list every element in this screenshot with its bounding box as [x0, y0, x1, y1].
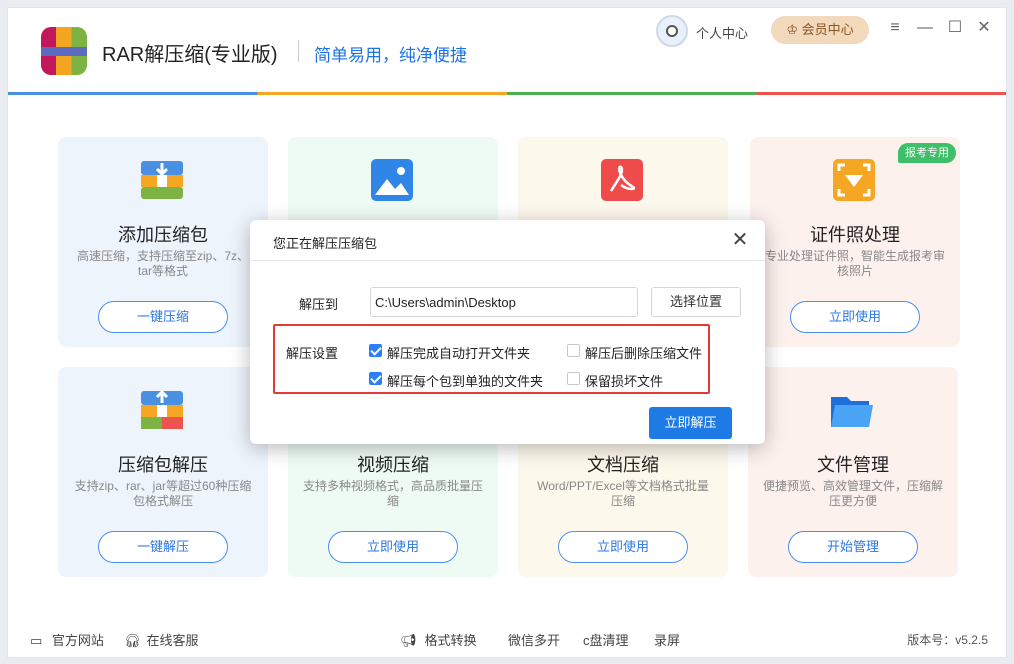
megaphone-icon: 📢︎ — [400, 633, 417, 648]
format-convert-label: 格式转换 — [424, 633, 477, 648]
image-icon — [371, 159, 413, 201]
checkbox-label: 解压后删除压缩文件 — [585, 346, 703, 361]
card-id-photo: 报考专用 证件照处理 专业处理证件照，智能生成报考审核照片 立即使用 — [750, 137, 960, 347]
c-clean-link[interactable]: c盘清理 — [583, 630, 629, 649]
menu-icon[interactable]: ≡ — [885, 18, 905, 38]
compress-now-button[interactable]: 一键压缩 — [98, 301, 228, 333]
wechat-multi-link[interactable]: 微信多开 — [508, 630, 560, 649]
headset-icon: 🎧︎ — [124, 633, 141, 648]
choose-location-button[interactable]: 选择位置 — [651, 287, 741, 317]
record-link[interactable]: 录屏 — [654, 630, 680, 649]
checkbox-label: 解压完成自动打开文件夹 — [387, 346, 531, 361]
close-window-icon[interactable]: ✕ — [974, 18, 994, 38]
maximize-icon[interactable]: ☐ — [945, 18, 965, 38]
checkbox-label: 保留损坏文件 — [585, 374, 664, 389]
footer: ▭ 官方网站 🎧︎ 在线客服 📢︎ 格式转换 微信多开 c盘清理 录屏 版本号：v5… — [8, 620, 1006, 656]
id-photo-icon — [833, 159, 875, 201]
website-link[interactable]: ▭ 官方网站 — [30, 630, 104, 649]
extract-now-dialog-button[interactable]: 立即解压 — [649, 407, 732, 439]
vip-center-button[interactable]: ♔ 会员中心 — [771, 16, 869, 44]
exam-badge: 报考专用 — [898, 143, 956, 163]
extract-path-input[interactable] — [370, 287, 638, 317]
card-desc: 专业处理证件照，智能生成报考审核照片 — [764, 249, 945, 278]
card-desc: 支持多种视频格式，高品质批量压缩 — [302, 479, 483, 508]
card-title: 证件照处理 — [810, 225, 900, 245]
card-desc: 高速压缩，支持压缩至zip、7z、tar等格式 — [76, 249, 249, 278]
card-desc: 支持zip、rar、jar等超过60种压缩包格式解压 — [74, 479, 252, 508]
dialog-divider — [250, 260, 765, 261]
avatar[interactable] — [656, 15, 688, 47]
title-bar: RAR解压缩(专业版) 简单易用，纯净便捷 个人中心 ♔ 会员中心 ≡ — ☐ … — [8, 8, 1006, 92]
extract-now-button[interactable]: 一键解压 — [98, 531, 228, 563]
support-label: 在线客服 — [146, 633, 199, 648]
app-title: RAR解压缩(专业版) — [102, 44, 278, 66]
card-add-archive: 添加压缩包 高速压缩，支持压缩至zip、7z、tar等格式 一键压缩 — [58, 137, 268, 347]
checkbox-label: 解压每个包到单独的文件夹 — [387, 374, 544, 389]
minimize-icon[interactable]: — — [915, 18, 935, 38]
card-desc: Word/PPT/Excel等文档格式批量压缩 — [537, 479, 709, 508]
settings-label: 解压设置 — [286, 346, 339, 361]
card-title: 添加压缩包 — [118, 225, 208, 245]
archive-extract-icon — [141, 389, 183, 429]
format-convert-link[interactable]: 📢︎ 格式转换 — [400, 630, 477, 649]
card-file-manage: 文件管理 便捷预览、高效管理文件，压缩解压更方便 开始管理 — [748, 367, 958, 577]
checkbox-unchecked-icon — [567, 344, 580, 357]
use-video-button[interactable]: 立即使用 — [328, 531, 458, 563]
extract-dialog: 您正在解压压缩包 ✕ 解压到 选择位置 解压设置 解压完成自动打开文件夹 解压后… — [250, 220, 765, 444]
checkbox-checked-icon — [369, 372, 382, 385]
card-title: 压缩包解压 — [118, 455, 208, 475]
extract-to-label: 解压到 — [299, 297, 339, 312]
use-document-button[interactable]: 立即使用 — [558, 531, 688, 563]
card-title: 视频压缩 — [357, 455, 429, 475]
vip-center-label: 会员中心 — [801, 22, 854, 37]
dialog-title: 您正在解压压缩包 — [273, 236, 378, 251]
card-extract-archive: 压缩包解压 支持zip、rar、jar等超过60种压缩包格式解压 一键解压 — [58, 367, 268, 577]
archive-add-icon — [141, 161, 183, 199]
dialog-close-icon[interactable]: ✕ — [729, 229, 751, 251]
avatar-face-icon — [666, 25, 678, 37]
app-logo-icon — [41, 27, 87, 75]
color-divider — [8, 92, 1006, 95]
monitor-icon: ▭ — [30, 633, 46, 648]
personal-center-link[interactable]: 个人中心 — [696, 23, 748, 42]
card-title: 文件管理 — [817, 455, 889, 475]
pdf-icon — [601, 159, 643, 201]
title-divider — [298, 40, 299, 62]
checkbox-checked-icon — [369, 344, 382, 357]
website-label: 官方网站 — [51, 633, 104, 648]
folder-icon — [831, 397, 873, 427]
start-manage-button[interactable]: 开始管理 — [788, 531, 918, 563]
support-link[interactable]: 🎧︎ 在线客服 — [124, 630, 199, 649]
use-id-photo-button[interactable]: 立即使用 — [790, 301, 920, 333]
version-label: 版本号：v5.2.5 — [907, 633, 988, 647]
app-slogan: 简单易用，纯净便捷 — [314, 46, 467, 65]
card-title: 文档压缩 — [587, 455, 659, 475]
checkbox-unchecked-icon — [567, 372, 580, 385]
card-desc: 便捷预览、高效管理文件，压缩解压更方便 — [762, 479, 943, 508]
crown-icon: ♔ — [786, 22, 802, 37]
